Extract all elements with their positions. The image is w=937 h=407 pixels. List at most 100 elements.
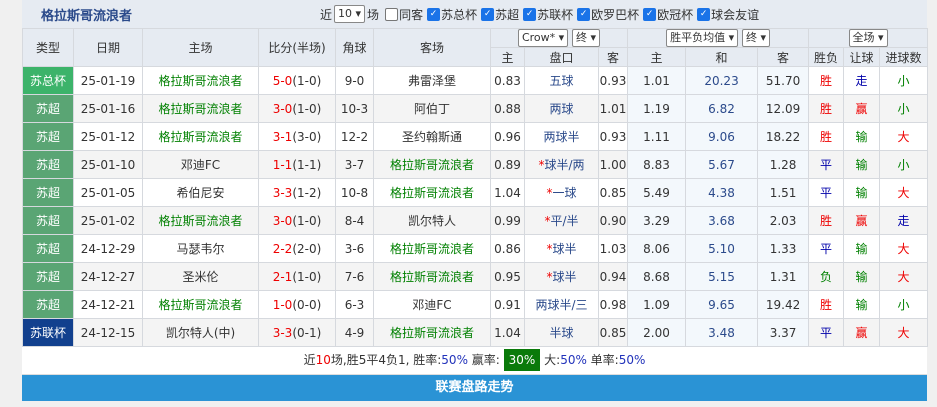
goals-result: 走 bbox=[879, 206, 929, 235]
euro-home-odds: 8.06 bbox=[627, 234, 687, 263]
filter-checkbox[interactable]: ✓ bbox=[577, 7, 591, 21]
home-team[interactable]: 格拉斯哥流浪者 bbox=[142, 290, 259, 319]
asian-home-odds: 0.86 bbox=[490, 234, 525, 263]
filter-checkbox[interactable]: ✓ bbox=[697, 7, 711, 21]
away-team[interactable]: 格拉斯哥流浪者 bbox=[373, 234, 491, 263]
match-row[interactable]: 苏超 24-12-29 马瑟韦尔 2-2(2-0) 3-6 格拉斯哥流浪者 0.… bbox=[22, 234, 929, 263]
col-asian-home: 主 bbox=[490, 47, 525, 67]
match-row[interactable]: 苏总杯 25-01-19 格拉斯哥流浪者 5-0(1-0) 9-0 弗雷泽堡 0… bbox=[22, 66, 929, 95]
count-unit-label: 场 bbox=[367, 7, 380, 22]
asian-line: 半球 bbox=[524, 318, 599, 347]
euro-draw-odds: 4.38 bbox=[685, 178, 759, 207]
home-team[interactable]: 格拉斯哥流浪者 bbox=[142, 122, 259, 151]
col-handicap: 让球 bbox=[843, 47, 881, 67]
match-row[interactable]: 苏超 24-12-27 圣米伦 2-1(1-0) 7-6 格拉斯哥流浪者 0.9… bbox=[22, 262, 929, 291]
away-team[interactable]: 弗雷泽堡 bbox=[373, 66, 491, 95]
asian-away-odds: 1.01 bbox=[597, 94, 629, 123]
away-team[interactable]: 凯尔特人 bbox=[373, 206, 491, 235]
asian-away-odds: 0.85 bbox=[597, 318, 629, 347]
col-corner: 角球 bbox=[335, 28, 374, 67]
euro-draw-odds: 5.10 bbox=[685, 234, 759, 263]
score: 3-1(3-0) bbox=[258, 122, 336, 151]
euro-draw-odds: 9.65 bbox=[685, 290, 759, 319]
match-count-select[interactable]: 10 ▾ bbox=[334, 5, 366, 23]
col-home: 主场 bbox=[142, 28, 259, 67]
half-time-score: (1-0) bbox=[292, 73, 322, 88]
asian-away-odds: 0.90 bbox=[597, 206, 629, 235]
filter-checkbox[interactable] bbox=[385, 7, 399, 21]
handicap-result: 走 bbox=[843, 66, 881, 95]
match-type: 苏超 bbox=[22, 234, 74, 263]
asian-home-odds: 0.96 bbox=[490, 122, 525, 151]
filter-checkbox[interactable]: ✓ bbox=[481, 7, 495, 21]
home-team[interactable]: 格拉斯哥流浪者 bbox=[142, 66, 259, 95]
match-row[interactable]: 苏超 25-01-16 格拉斯哥流浪者 3-0(1-0) 10-3 阿伯丁 0.… bbox=[22, 94, 929, 123]
asian-time-select[interactable]: 终 ▾ bbox=[572, 29, 601, 47]
corners: 6-3 bbox=[335, 290, 374, 319]
match-result: 平 bbox=[808, 318, 845, 347]
home-team[interactable]: 邓迪FC bbox=[142, 150, 259, 179]
handicap-result: 输 bbox=[843, 234, 881, 263]
euro-away-odds: 1.51 bbox=[757, 178, 810, 207]
full-time-score: 3-3 bbox=[272, 325, 293, 340]
euro-draw-odds: 20.23 bbox=[685, 66, 759, 95]
euro-home-odds: 5.49 bbox=[627, 178, 687, 207]
away-team[interactable]: 阿伯丁 bbox=[373, 94, 491, 123]
match-type: 苏超 bbox=[22, 206, 74, 235]
corners: 9-0 bbox=[335, 66, 374, 95]
home-team[interactable]: 希伯尼安 bbox=[142, 178, 259, 207]
match-row[interactable]: 苏超 25-01-12 格拉斯哥流浪者 3-1(3-0) 12-2 圣约翰斯通 … bbox=[22, 122, 929, 151]
home-team[interactable]: 马瑟韦尔 bbox=[142, 234, 259, 263]
score: 5-0(1-0) bbox=[258, 66, 336, 95]
asian-home-odds: 0.99 bbox=[490, 206, 525, 235]
scope-select[interactable]: 全场 ▾ bbox=[848, 29, 888, 47]
euro-draw-odds: 6.82 bbox=[685, 94, 759, 123]
away-team[interactable]: 格拉斯哥流浪者 bbox=[373, 178, 491, 207]
win-rate: 50% bbox=[441, 353, 468, 367]
company-value: Crow* bbox=[521, 31, 556, 44]
home-team[interactable]: 格拉斯哥流浪者 bbox=[142, 94, 259, 123]
score: 1-1(1-1) bbox=[258, 150, 336, 179]
score: 3-0(1-0) bbox=[258, 206, 336, 235]
away-team[interactable]: 圣约翰斯通 bbox=[373, 122, 491, 151]
euro-time-select[interactable]: 终 ▾ bbox=[741, 29, 770, 47]
corners: 4-9 bbox=[335, 318, 374, 347]
odd-label: 单率: bbox=[586, 353, 619, 367]
col-euro-home: 主 bbox=[627, 47, 687, 67]
corners: 3-6 bbox=[335, 234, 374, 263]
euro-type-select[interactable]: 胜平负均值 ▾ bbox=[666, 29, 739, 47]
full-time-score: 3-1 bbox=[272, 129, 293, 144]
match-row[interactable]: 苏超 25-01-02 格拉斯哥流浪者 3-0(1-0) 8-4 凯尔特人 0.… bbox=[22, 206, 929, 235]
half-time-score: (1-0) bbox=[292, 213, 322, 228]
away-team[interactable]: 邓迪FC bbox=[373, 290, 491, 319]
filter-checkbox[interactable]: ✓ bbox=[523, 7, 537, 21]
match-row[interactable]: 苏联杯 24-12-15 凯尔特人(中) 3-3(0-1) 4-9 格拉斯哥流浪… bbox=[22, 318, 929, 347]
goals-result: 大 bbox=[879, 318, 929, 347]
full-time-score: 3-3 bbox=[272, 185, 293, 200]
asian-home-odds: 0.91 bbox=[490, 290, 525, 319]
away-team[interactable]: 格拉斯哥流浪者 bbox=[373, 318, 491, 347]
company-select[interactable]: Crow* ▾ bbox=[517, 29, 569, 47]
match-row[interactable]: 苏超 24-12-21 格拉斯哥流浪者 1-0(0-0) 6-3 邓迪FC 0.… bbox=[22, 290, 929, 319]
col-away: 客场 bbox=[373, 28, 491, 67]
filter-checkbox[interactable]: ✓ bbox=[643, 7, 657, 21]
euro-draw-odds: 5.15 bbox=[685, 262, 759, 291]
match-count-value: 10 bbox=[338, 7, 353, 20]
home-team[interactable]: 圣米伦 bbox=[142, 262, 259, 291]
league-trend-header[interactable]: 联赛盘路走势 bbox=[22, 375, 927, 401]
away-team[interactable]: 格拉斯哥流浪者 bbox=[373, 262, 491, 291]
home-team[interactable]: 凯尔特人(中) bbox=[142, 318, 259, 347]
corners: 10-8 bbox=[335, 178, 374, 207]
filter-checkbox[interactable]: ✓ bbox=[427, 7, 441, 21]
match-result: 平 bbox=[808, 178, 845, 207]
match-result: 胜 bbox=[808, 94, 845, 123]
away-team[interactable]: 格拉斯哥流浪者 bbox=[373, 150, 491, 179]
match-row[interactable]: 苏超 25-01-05 希伯尼安 3-3(1-2) 10-8 格拉斯哥流浪者 1… bbox=[22, 178, 929, 207]
score: 2-2(2-0) bbox=[258, 234, 336, 263]
filter-label: 欧冠杯 bbox=[657, 7, 694, 22]
match-row[interactable]: 苏超 25-01-10 邓迪FC 1-1(1-1) 3-7 格拉斯哥流浪者 0.… bbox=[22, 150, 929, 179]
euro-home-odds: 8.83 bbox=[627, 150, 687, 179]
filter-label: 苏总杯 bbox=[441, 7, 478, 22]
home-team[interactable]: 格拉斯哥流浪者 bbox=[142, 206, 259, 235]
euro-away-odds: 51.70 bbox=[757, 66, 810, 95]
